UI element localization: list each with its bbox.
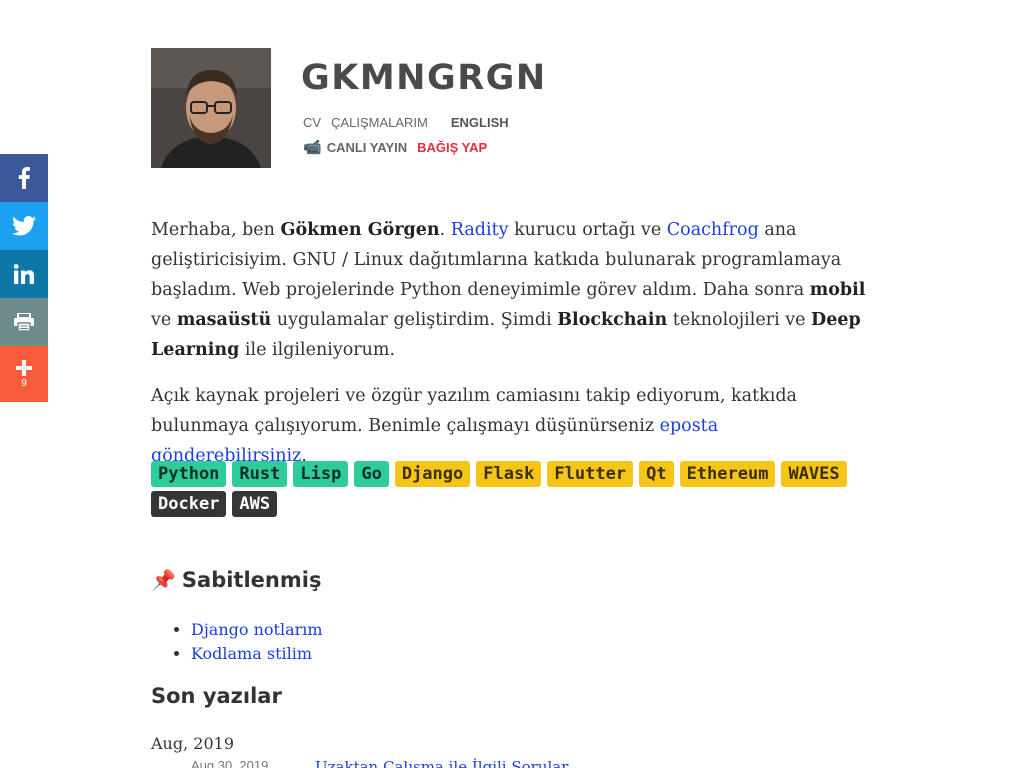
linkedin-share-button[interactable] <box>0 250 48 298</box>
tag-qt: Qt <box>639 461 674 487</box>
skill-tags: Python Rust Lisp Go Django Flask Flutter… <box>151 461 871 517</box>
author-name: Gökmen Görgen <box>280 220 440 240</box>
tag-python: Python <box>151 461 227 487</box>
more-share-button[interactable]: 9 <box>0 346 48 402</box>
main-nav: CV ÇALIŞMALARIM ENGLISH <box>303 115 509 130</box>
month-heading: Aug, 2019 <box>151 734 234 753</box>
tag-go: Go <box>354 461 389 487</box>
pinned-list: Django notlarım Kodlama stilim <box>191 618 323 666</box>
bio-text: . <box>439 220 451 240</box>
bio-text: kurucu ortağı ve <box>508 220 667 240</box>
facebook-icon <box>18 167 30 189</box>
share-sidebar: 9 <box>0 154 48 402</box>
print-icon <box>14 313 34 331</box>
tag-waves: WAVES <box>781 461 847 487</box>
recent-posts-heading: Son yazılar <box>151 684 282 708</box>
pinned-link-django-notes[interactable]: Django notlarım <box>191 620 323 639</box>
post-link[interactable]: Uzaktan Çalışma ile İlgili Sorular <box>315 758 568 768</box>
plus-icon <box>16 359 32 376</box>
tag-rust: Rust <box>232 461 288 487</box>
facebook-share-button[interactable] <box>0 154 48 202</box>
avatar-portrait <box>151 48 271 168</box>
share-count: 9 <box>21 377 27 389</box>
pinned-heading: 📌 Sabitlenmiş <box>151 568 321 592</box>
bio-text: Merhaba, ben <box>151 220 281 240</box>
tag-ethereum: Ethereum <box>679 461 776 487</box>
nav-english-link[interactable]: ENGLISH <box>451 115 509 130</box>
nav-donate-link[interactable]: BAĞIŞ YAP <box>417 140 487 155</box>
bio-paragraph-1: Merhaba, ben Gökmen Görgen. Radity kuruc… <box>151 215 871 365</box>
nav-live-link[interactable]: CANLI YAYIN <box>327 140 407 155</box>
avatar <box>151 48 271 168</box>
site-title[interactable]: GKMNGRGN <box>301 58 547 98</box>
twitter-share-button[interactable] <box>0 202 48 250</box>
coachfrog-link[interactable]: Coachfrog <box>667 220 759 240</box>
bio-text: teknolojileri ve <box>667 310 812 330</box>
tag-docker: Docker <box>151 491 227 517</box>
pushpin-icon: 📌 <box>151 568 176 592</box>
list-item: Django notlarım <box>191 618 323 642</box>
bio-bold: mobil <box>809 280 866 300</box>
video-camera-icon: 📹 <box>303 139 322 156</box>
list-item: Kodlama stilim <box>191 642 323 666</box>
bio-bold: masaüstü <box>176 310 272 330</box>
tag-django: Django <box>394 461 471 487</box>
linkedin-icon <box>14 264 34 284</box>
bio-bold: Blockchain <box>557 310 668 330</box>
pinned-link-coding-style[interactable]: Kodlama stilim <box>191 644 312 663</box>
secondary-nav: 📹 CANLI YAYIN BAĞIŞ YAP <box>303 138 487 156</box>
nav-cv-link[interactable]: CV <box>303 115 321 130</box>
twitter-icon <box>12 216 36 236</box>
bio-text: uygulamalar geliştirdim. Şimdi <box>271 310 558 330</box>
bio-paragraph-2: Açık kaynak projeleri ve özgür yazılım c… <box>151 381 871 471</box>
pinned-title: Sabitlenmiş <box>181 568 322 592</box>
nav-works-link[interactable]: ÇALIŞMALARIM <box>331 115 428 130</box>
post-date: Aug 30, 2019 <box>191 758 269 768</box>
tag-lisp: Lisp <box>293 461 349 487</box>
radity-link[interactable]: Radity <box>451 220 509 240</box>
tag-flutter: Flutter <box>547 461 634 487</box>
bio-text: ve <box>151 310 177 330</box>
tag-aws: AWS <box>232 491 278 517</box>
tag-flask: Flask <box>476 461 542 487</box>
bio: Merhaba, ben Gökmen Görgen. Radity kuruc… <box>151 215 871 487</box>
print-button[interactable] <box>0 298 48 346</box>
bio-text: ile ilgileniyorum. <box>239 340 396 360</box>
